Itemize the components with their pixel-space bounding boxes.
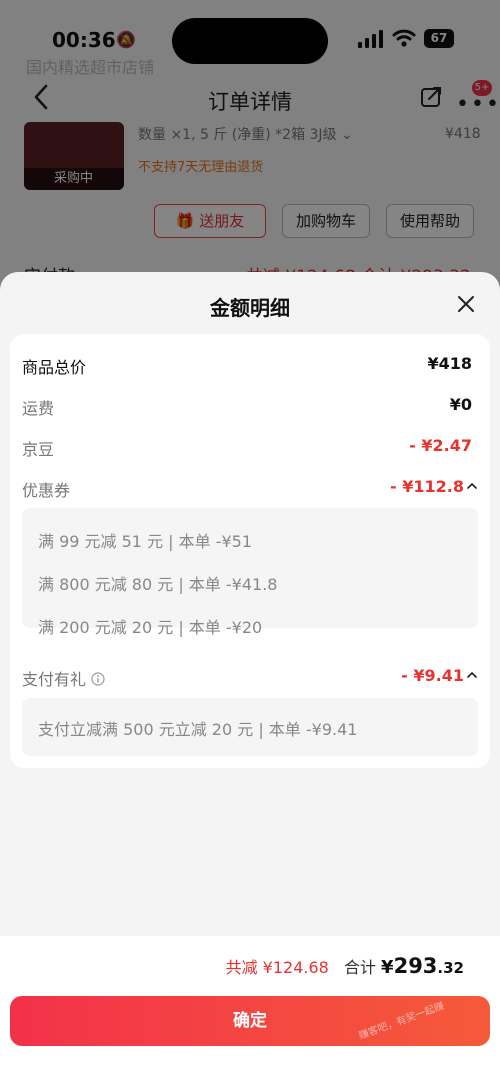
total-decimal: .32 xyxy=(437,959,464,977)
chevron-up-icon[interactable] xyxy=(466,668,478,682)
payment-gift-label: 支付有礼 xyxy=(22,666,105,690)
amount-detail-card: 商品总价 ¥418 运费 ¥0 京豆 - ¥2.47 优惠券 - ¥112.8 … xyxy=(10,334,490,768)
coupon-detail-2: 满 800 元减 80 元 | 本单 -¥41.8 xyxy=(38,575,278,594)
total-summary: 共减 ¥124.68 合计 ¥293.32 xyxy=(226,954,464,978)
goods-total-value: ¥418 xyxy=(427,354,472,373)
coupon-value: - ¥112.8 xyxy=(390,477,464,496)
goods-total-label: 商品总价 xyxy=(22,358,87,377)
payment-detail-1: 支付立减满 500 元立减 20 元 | 本单 -¥9.41 xyxy=(38,720,358,739)
jingdou-value: - ¥2.47 xyxy=(409,436,472,455)
payment-detail-box: 支付立减满 500 元立减 20 元 | 本单 -¥9.41 xyxy=(22,698,478,756)
coupon-detail-1: 满 99 元减 51 元 | 本单 -¥51 xyxy=(38,532,253,551)
payment-gift-row[interactable]: 支付有礼 - ¥9.41 xyxy=(22,662,478,692)
shipping-row: 运费 ¥0 xyxy=(22,391,478,421)
goods-total-row: 商品总价 ¥418 xyxy=(22,350,478,380)
chevron-up-icon[interactable] xyxy=(466,479,478,493)
shipping-value: ¥0 xyxy=(449,395,472,414)
total-integer: 293 xyxy=(393,954,438,978)
jingdou-row: 京豆 - ¥2.47 xyxy=(22,432,478,462)
payment-gift-value: - ¥9.41 xyxy=(401,666,464,685)
coupon-label: 优惠券 xyxy=(22,481,71,500)
payment-gift-text: 支付有礼 xyxy=(22,670,87,689)
coupon-row[interactable]: 优惠券 - ¥112.8 xyxy=(22,473,478,503)
total-saved: 共减 ¥124.68 xyxy=(225,958,329,977)
sheet-title: 金额明细 xyxy=(210,296,290,320)
total-currency: ¥ xyxy=(381,957,394,978)
shipping-label: 运费 xyxy=(22,399,55,418)
jingdou-label: 京豆 xyxy=(22,440,55,459)
total-label: 合计 xyxy=(343,958,376,977)
close-icon[interactable] xyxy=(452,290,480,318)
coupon-detail-box: 满 99 元减 51 元 | 本单 -¥51 满 800 元减 80 元 | 本… xyxy=(22,508,478,637)
info-icon[interactable] xyxy=(91,672,105,686)
coupon-detail-3: 满 200 元减 20 元 | 本单 -¥20 xyxy=(38,618,263,637)
